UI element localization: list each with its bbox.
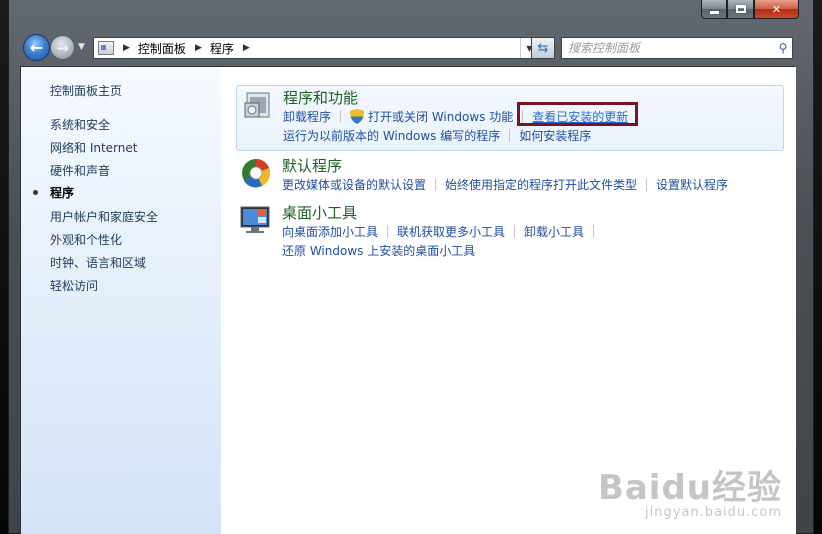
sidebar-item-user-accounts[interactable]: 用户帐户和家庭安全 [50,208,158,225]
annotation-highlight-box [517,102,638,126]
maximize-button[interactable] [727,0,754,19]
how-to-install-link[interactable]: 如何安装程序 [519,127,591,144]
baidu-watermark: Baidu经验 jingyan.baidu.com [598,460,782,520]
close-icon: ✕ [771,2,782,16]
forward-arrow-icon: → [56,38,69,57]
breadcrumb-chevron-icon[interactable]: ▶ [243,43,250,53]
link-separator [646,178,648,191]
uninstall-gadget-link[interactable]: 卸载小工具 [524,223,584,240]
control-panel-icon [98,41,114,55]
back-arrow-icon: ← [29,38,44,57]
sidebar: 控制面板主页 系统和安全 网络和 Internet 硬件和声音 程序 用户帐户和… [21,67,221,534]
link-row: 更改媒体或设备的默认设置 始终使用指定的程序打开此文件类型 设置默认程序 [282,176,728,193]
run-older-programs-link[interactable]: 运行为以前版本的 Windows 编写的程序 [283,127,500,144]
sidebar-item-system-security[interactable]: 系统和安全 [50,116,110,133]
sidebar-item-ease-of-access[interactable]: 轻松访问 [50,277,98,294]
sidebar-item-hardware-sound[interactable]: 硬件和声音 [50,162,110,179]
category-programs-features: 程序和功能 卸载程序 打开或关闭 Windows 功能 查看已安装的更新 运行为… [236,85,784,151]
link-separator [435,178,437,191]
breadcrumb-item[interactable]: 程序 [210,40,234,57]
forward-button[interactable]: → [50,35,75,60]
file-type-association-link[interactable]: 始终使用指定的程序打开此文件类型 [445,176,637,193]
sidebar-item-programs[interactable]: 程序 [50,184,74,201]
link-row: 向桌面添加小工具 联机获取更多小工具 卸载小工具 [282,223,603,240]
sidebar-item-clock-language[interactable]: 时钟、语言和区域 [50,254,146,271]
desktop-gadgets-icon [240,206,270,233]
default-programs-icon [242,159,271,188]
refresh-button[interactable]: ⇆ [531,37,555,59]
breadcrumb-item[interactable]: 控制面板 [138,40,186,57]
minimize-button[interactable] [701,0,727,19]
watermark-logo-text: Baidu经验 [597,468,782,508]
navigation-bar: ← → ▼ ▶ 控制面板 ▶ 程序 ▶ ▼ ⇆ ⚲ [23,34,803,62]
add-gadgets-link[interactable]: 向桌面添加小工具 [282,223,378,240]
back-button[interactable]: ← [23,34,50,61]
breadcrumb-chevron-icon[interactable]: ▶ [195,43,202,53]
link-row: 运行为以前版本的 Windows 编写的程序 如何安装程序 [283,127,591,144]
link-row: 还原 Windows 上安装的桌面小工具 [282,242,475,259]
link-separator [514,225,516,238]
close-button[interactable]: ✕ [754,0,799,19]
category-title[interactable]: 桌面小工具 [282,202,357,223]
change-media-defaults-link[interactable]: 更改媒体或设备的默认设置 [282,176,426,193]
minimize-icon [709,10,719,14]
sidebar-item-appearance[interactable]: 外观和个性化 [50,231,122,248]
caption-buttons: ✕ [701,0,799,19]
programs-features-icon [244,92,270,118]
restore-gadgets-link[interactable]: 还原 Windows 上安装的桌面小工具 [282,242,475,259]
uac-shield-icon [350,109,365,124]
category-title[interactable]: 默认程序 [282,155,342,176]
link-separator [340,110,342,123]
category-default-programs: 默认程序 更改媒体或设备的默认设置 始终使用指定的程序打开此文件类型 设置默认程… [236,155,784,195]
active-bullet-icon [33,190,38,195]
refresh-icon: ⇆ [537,40,549,56]
category-desktop-gadgets: 桌面小工具 向桌面添加小工具 联机获取更多小工具 卸载小工具 还原 Window… [236,202,784,262]
link-separator [387,225,389,238]
breadcrumb-chevron-icon[interactable]: ▶ [123,43,130,53]
set-default-programs-link[interactable]: 设置默认程序 [656,176,728,193]
turn-windows-features-link[interactable]: 打开或关闭 Windows 功能 [368,108,513,125]
link-separator [509,129,511,142]
search-input[interactable] [568,39,774,57]
search-icon[interactable]: ⚲ [774,41,792,55]
control-panel-window: ✕ ← → ▼ ▶ 控制面板 ▶ 程序 ▶ ▼ ⇆ ⚲ 控制面板主页 系统和安全… [8,0,814,534]
search-box[interactable]: ⚲ [561,37,793,59]
uninstall-program-link[interactable]: 卸载程序 [283,108,331,125]
address-bar[interactable]: ▶ 控制面板 ▶ 程序 ▶ ▼ [93,37,539,59]
get-more-gadgets-link[interactable]: 联机获取更多小工具 [397,223,505,240]
recent-pages-dropdown[interactable]: ▼ [78,42,85,52]
sidebar-item-network-internet[interactable]: 网络和 Internet [50,139,137,156]
maximize-icon [735,5,746,13]
link-separator [593,225,595,238]
category-title[interactable]: 程序和功能 [283,87,358,108]
sidebar-item-control-panel-home[interactable]: 控制面板主页 [50,82,122,99]
